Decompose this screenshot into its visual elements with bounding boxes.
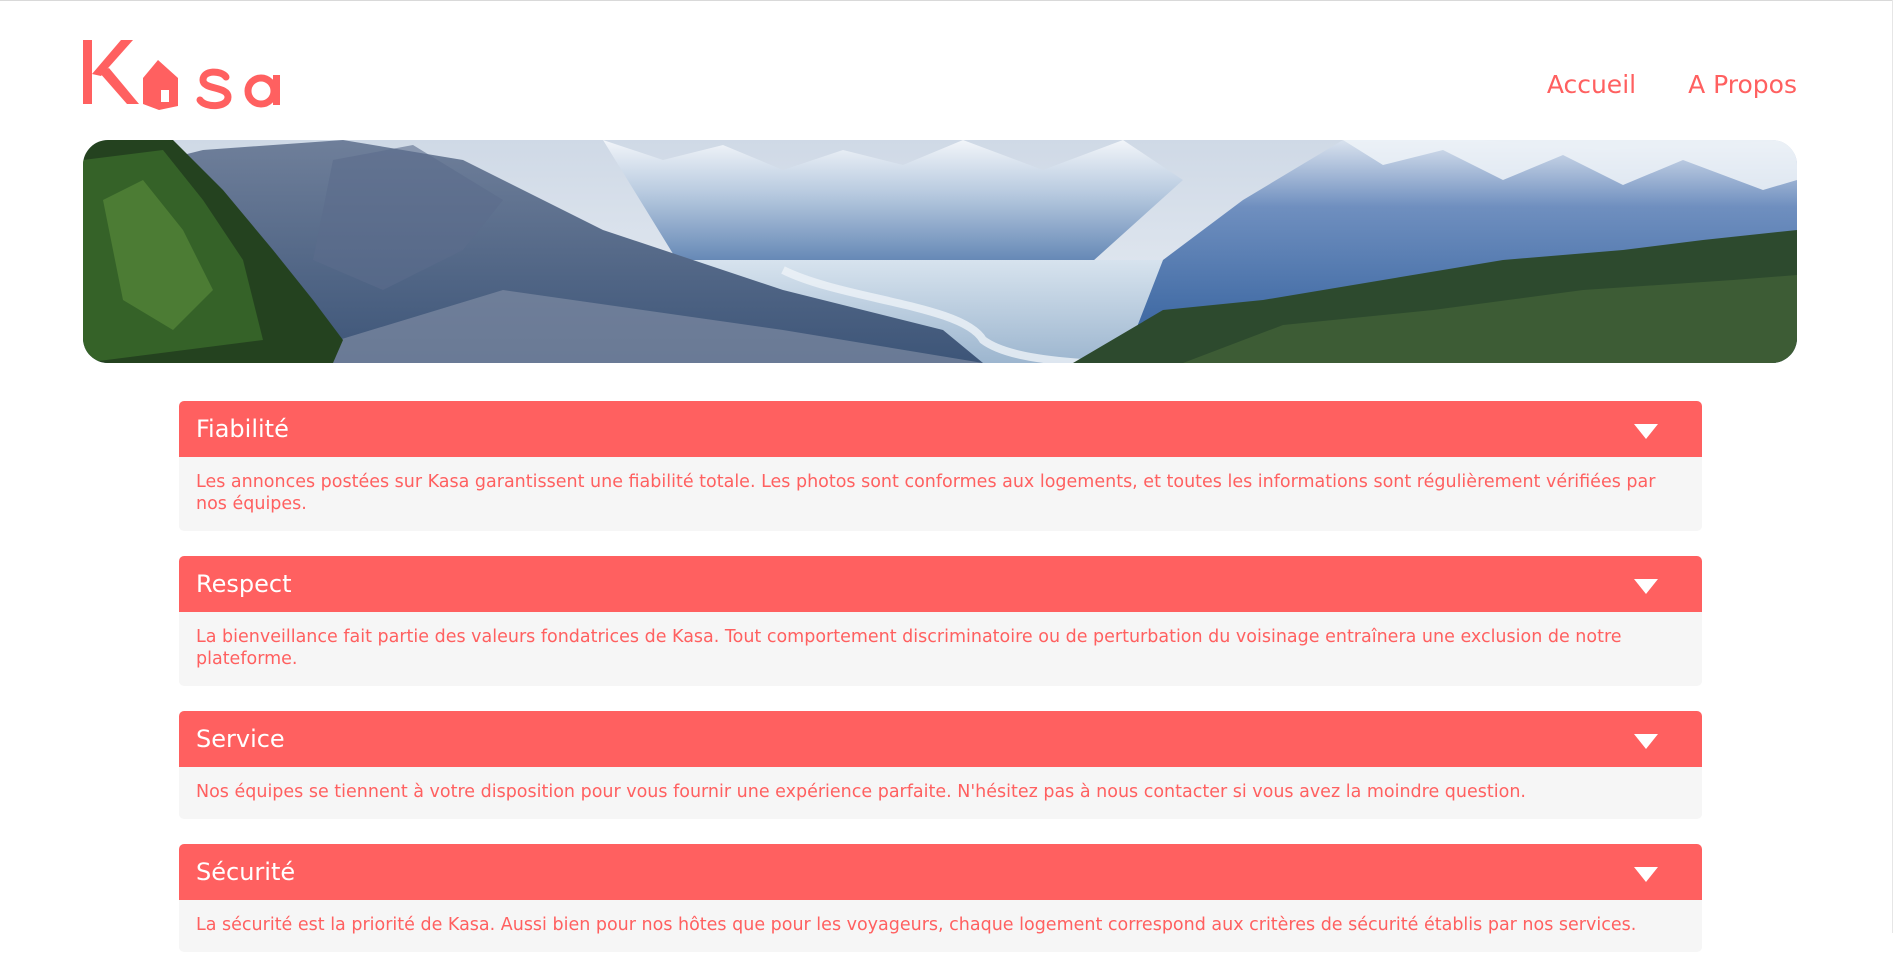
chevron-down-icon[interactable] (1634, 734, 1658, 749)
chevron-down-icon[interactable] (1634, 579, 1658, 594)
site-header: Accueil A Propos (83, 40, 1797, 112)
accordion-header-securite[interactable]: Sécurité (179, 844, 1702, 900)
accordion-title: Sécurité (196, 858, 296, 886)
accordion-header-respect[interactable]: Respect (179, 556, 1702, 612)
mountain-landscape-image (83, 140, 1797, 363)
kasa-logo-icon (83, 40, 280, 110)
accordion-item-respect: Respect La bienveillance fait partie des… (179, 556, 1702, 686)
accordion-header-service[interactable]: Service (179, 711, 1702, 767)
page: Accueil A Propos Fiabilité Les annonces … (0, 0, 1893, 952)
accordion-body: Les annonces postées sur Kasa garantisse… (179, 457, 1702, 531)
nav-link-accueil[interactable]: Accueil (1547, 70, 1636, 99)
chevron-down-icon[interactable] (1634, 867, 1658, 882)
accordion-body: Nos équipes se tiennent à votre disposit… (179, 767, 1702, 819)
accordion-title: Respect (196, 570, 292, 598)
values-accordion: Fiabilité Les annonces postées sur Kasa … (179, 401, 1702, 977)
accordion-body: La bienveillance fait partie des valeurs… (179, 612, 1702, 686)
accordion-title: Service (196, 725, 285, 753)
accordion-header-fiabilite[interactable]: Fiabilité (179, 401, 1702, 457)
hero-banner (83, 140, 1797, 363)
accordion-item-securite: Sécurité La sécurité est la priorité de … (179, 844, 1702, 952)
kasa-logo[interactable] (83, 40, 295, 110)
chevron-down-icon[interactable] (1634, 424, 1658, 439)
accordion-item-fiabilite: Fiabilité Les annonces postées sur Kasa … (179, 401, 1702, 531)
accordion-body: La sécurité est la priorité de Kasa. Aus… (179, 900, 1702, 952)
accordion-title: Fiabilité (196, 415, 289, 443)
main-nav: Accueil A Propos (1547, 70, 1797, 99)
accordion-item-service: Service Nos équipes se tiennent à votre … (179, 711, 1702, 819)
nav-link-a-propos[interactable]: A Propos (1688, 70, 1797, 99)
